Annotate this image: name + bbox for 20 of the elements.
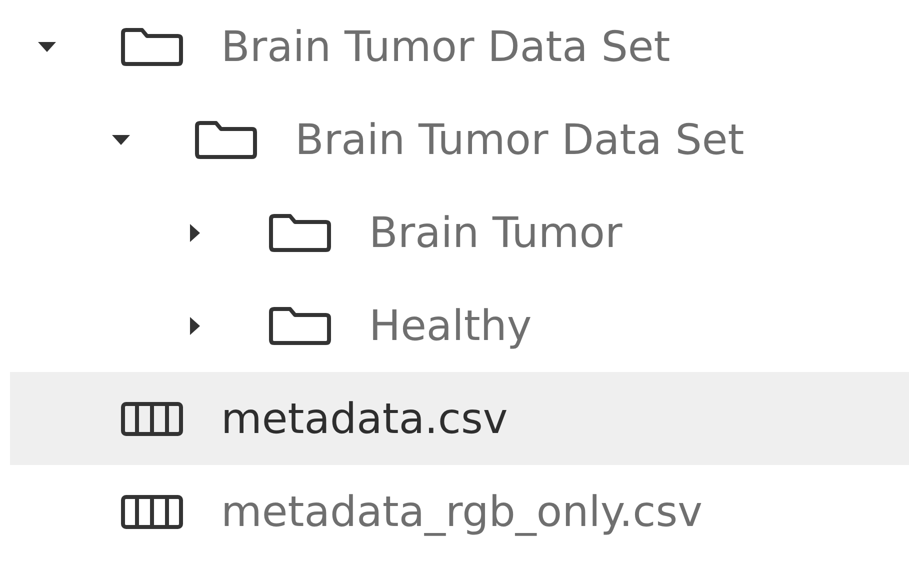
- caret-down-icon[interactable]: [38, 42, 56, 52]
- tree-row[interactable]: metadata.csv: [10, 372, 909, 465]
- tree-item-label: Brain Tumor Data Set: [295, 115, 744, 164]
- caret-right-icon[interactable]: [190, 224, 200, 242]
- folder-icon: [268, 306, 332, 346]
- tree-row[interactable]: Brain Tumor: [10, 186, 909, 279]
- tree-row[interactable]: Brain Tumor Data Set: [10, 0, 909, 93]
- caret-right-icon[interactable]: [190, 316, 200, 334]
- tree-item-label: metadata_rgb_only.csv: [221, 487, 702, 536]
- tree-item-label: Brain Tumor: [369, 208, 622, 257]
- folder-icon: [120, 26, 184, 66]
- tree-row[interactable]: Brain Tumor Data Set: [10, 93, 909, 186]
- folder-icon: [194, 120, 258, 160]
- caret-down-icon[interactable]: [112, 134, 130, 144]
- folder-icon: [268, 212, 332, 252]
- tree-item-label: metadata.csv: [221, 394, 508, 443]
- tree-item-label: Brain Tumor Data Set: [221, 22, 670, 71]
- tree-row[interactable]: metadata_rgb_only.csv: [10, 465, 909, 558]
- tree-row[interactable]: Healthy: [10, 279, 909, 372]
- tree-item-label: Healthy: [369, 301, 532, 350]
